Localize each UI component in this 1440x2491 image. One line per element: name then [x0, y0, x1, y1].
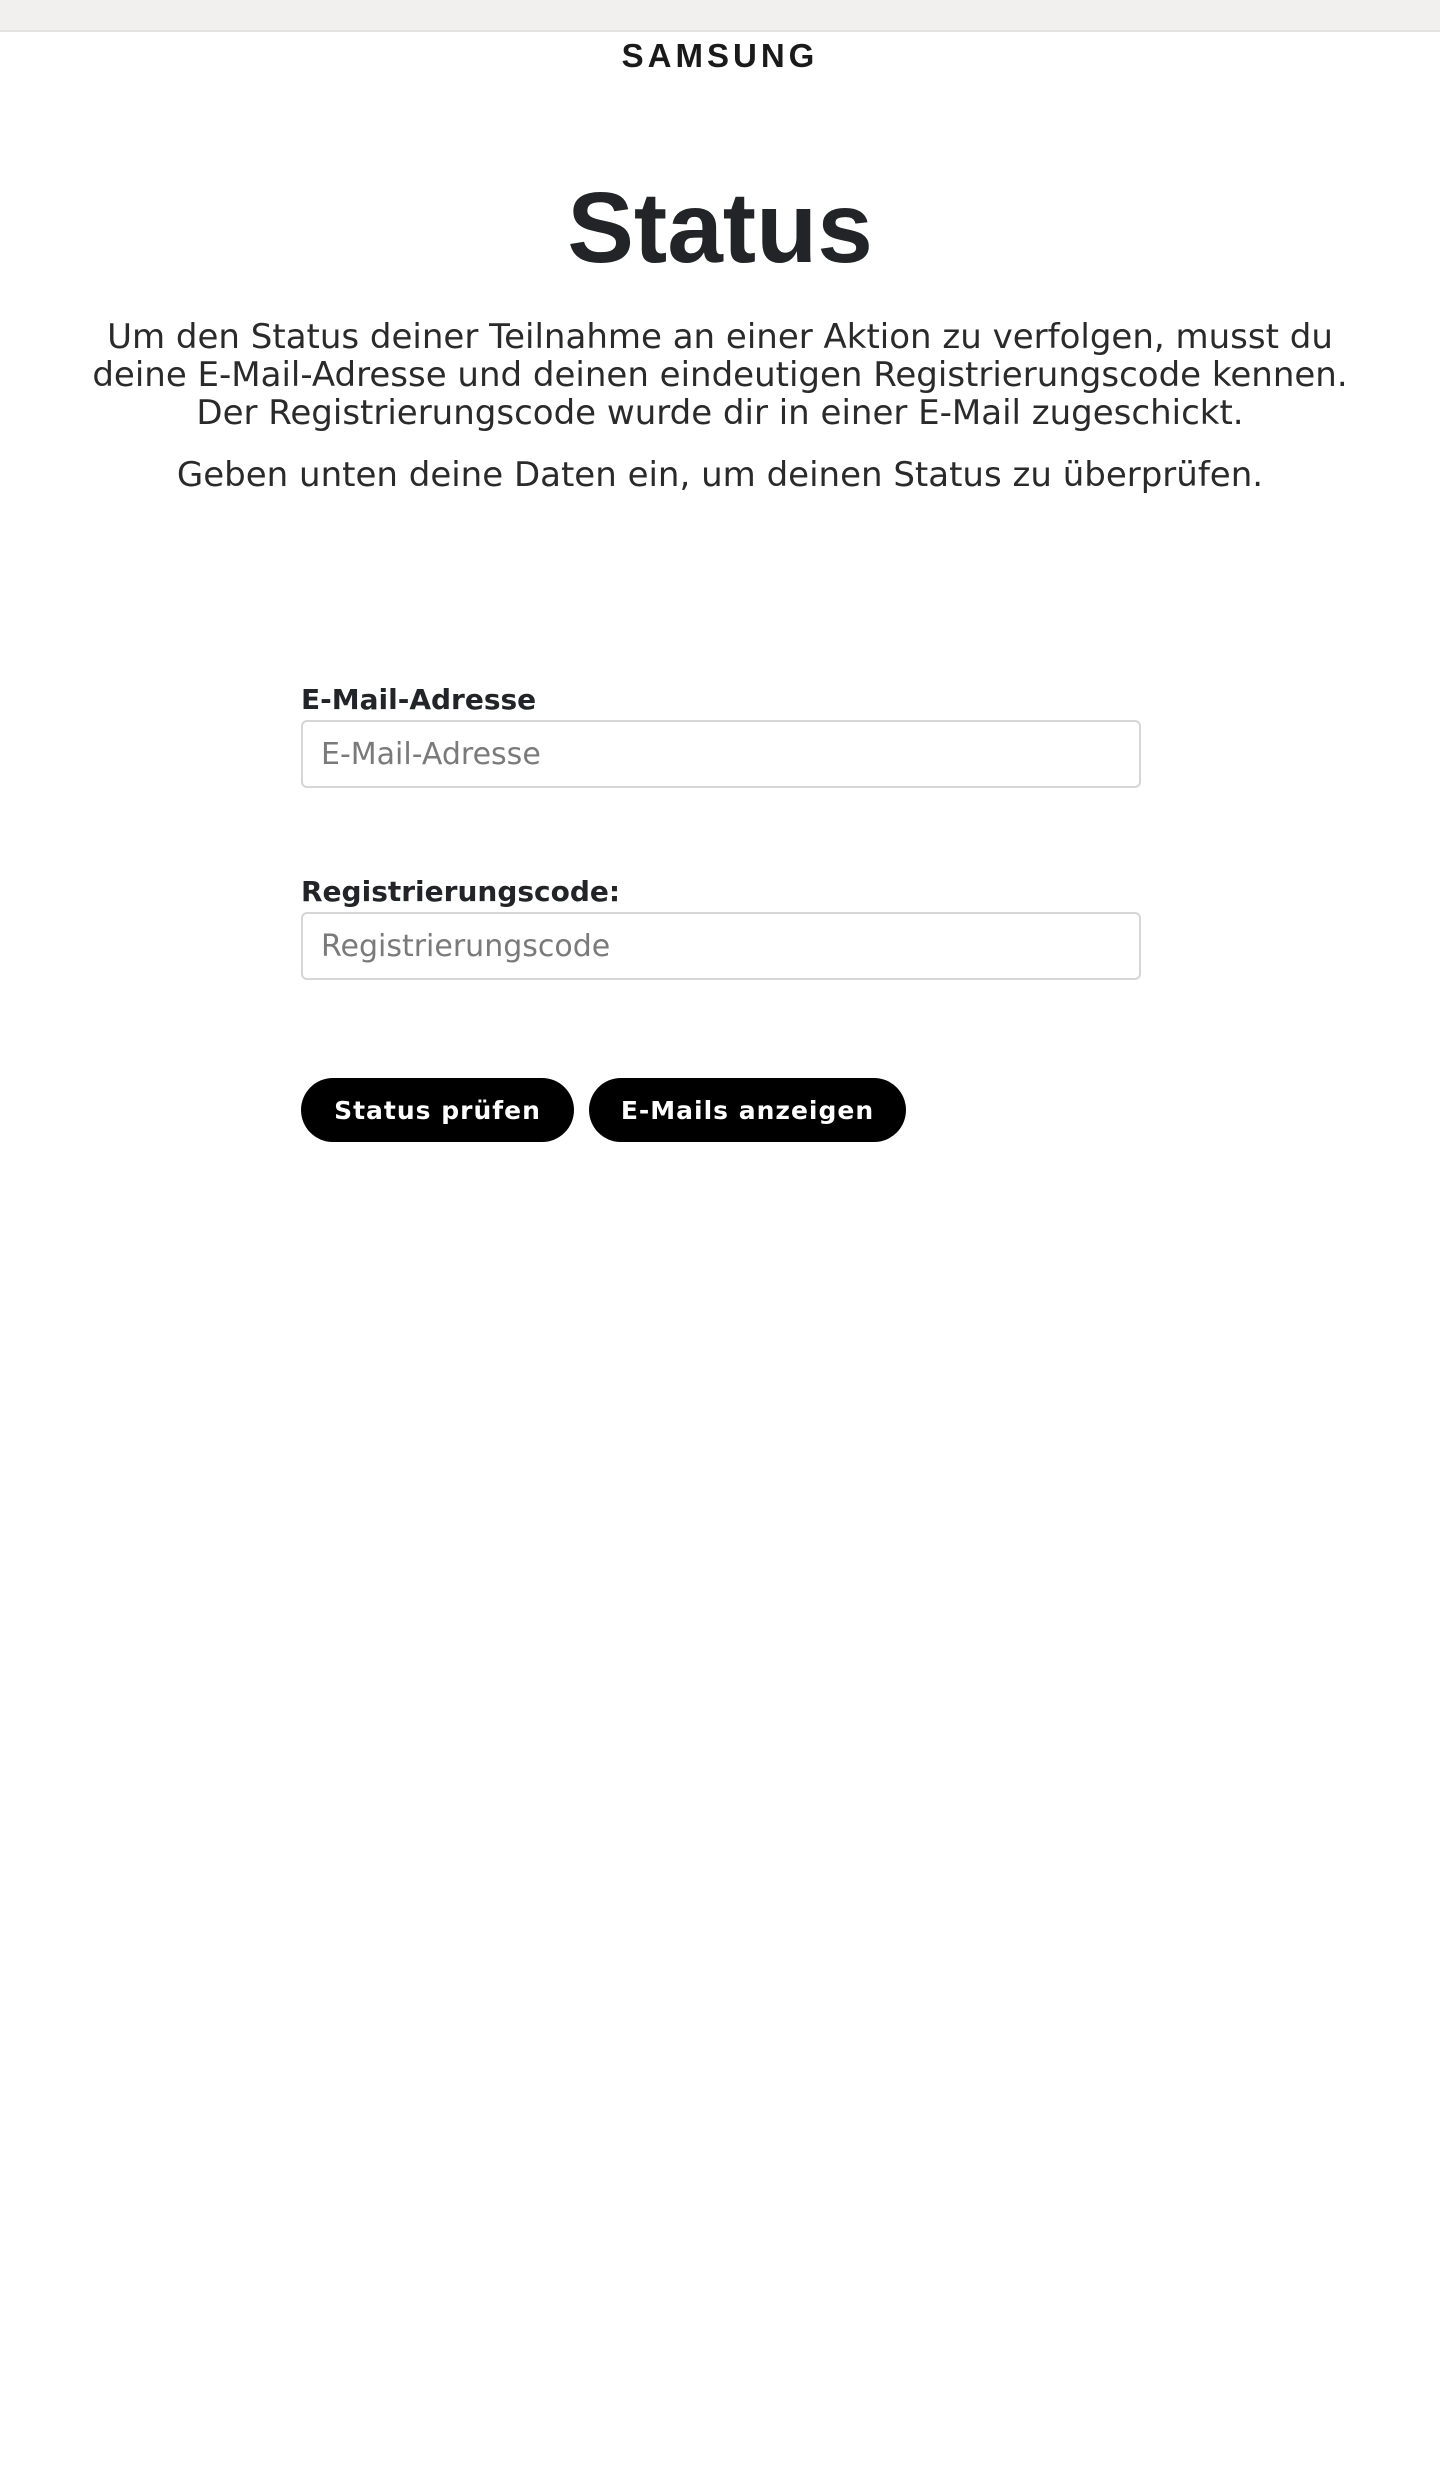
code-label: Registrierungscode:	[301, 875, 621, 908]
check-status-button[interactable]: Status prüfen	[301, 1078, 574, 1142]
samsung-logo[interactable]: SAMSUNG	[0, 36, 1440, 76]
status-form: E-Mail-Adresse Registrierungscode: Statu…	[301, 680, 1141, 1142]
show-emails-button[interactable]: E-Mails anzeigen	[589, 1078, 906, 1142]
email-input[interactable]	[301, 720, 1141, 788]
instruction-text: Geben unten deine Daten ein, um deinen S…	[176, 455, 1264, 495]
code-input[interactable]	[301, 912, 1141, 980]
form-buttons: Status prüfen E-Mails anzeigen	[301, 1078, 1141, 1142]
page-title: Status	[567, 172, 873, 284]
browser-top-bar	[0, 0, 1440, 32]
email-field-group: E-Mail-Adresse	[301, 680, 1141, 788]
email-label: E-Mail-Adresse	[301, 683, 537, 716]
intro-text: Um den Status deiner Teilnahme an einer …	[92, 317, 1348, 433]
code-field-group: Registrierungscode:	[301, 872, 1141, 980]
